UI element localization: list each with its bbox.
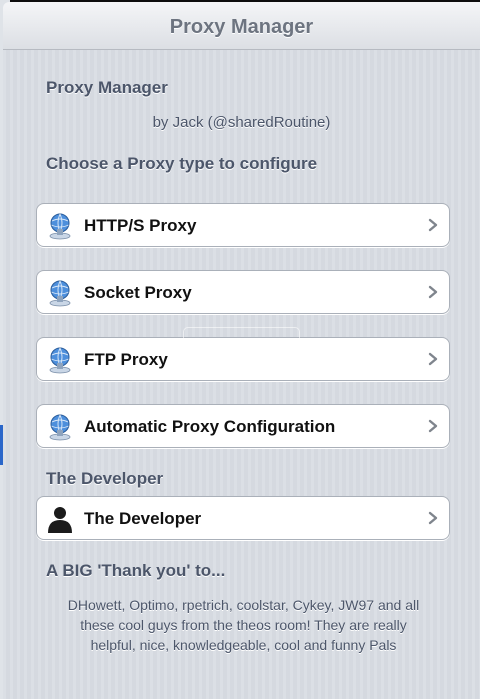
navigation-bar: Proxy Manager <box>3 2 480 50</box>
person-silhouette-icon <box>48 507 72 533</box>
about-header: Proxy Manager <box>46 78 168 97</box>
automatic-proxy-cell[interactable]: Automatic Proxy Configuration <box>36 404 450 448</box>
automatic-proxy-label: Automatic Proxy Configuration <box>84 417 336 436</box>
network-globe-icon <box>49 280 71 307</box>
watermark: Cydia.vn <box>183 327 300 373</box>
developer-cell[interactable]: The Developer <box>36 496 450 540</box>
socket-proxy-label: Socket Proxy <box>84 283 192 302</box>
chevron-right-icon <box>428 352 438 366</box>
proxy-section-header: Choose a Proxy type to configure <box>46 154 318 173</box>
nav-title: Proxy Manager <box>169 16 314 38</box>
network-globe-icon <box>49 347 71 374</box>
chevron-right-icon <box>428 218 438 232</box>
chevron-right-icon <box>428 285 438 299</box>
developer-section-header: The Developer <box>46 469 164 488</box>
chevron-right-icon <box>428 419 438 433</box>
ftp-proxy-label: FTP Proxy <box>84 350 168 369</box>
http-proxy-label: HTTP/S Proxy <box>84 216 197 235</box>
thanks-section-header: A BIG 'Thank you' to... <box>46 561 226 580</box>
developer-label: The Developer <box>84 509 202 528</box>
socket-proxy-cell[interactable]: Socket Proxy <box>36 270 450 314</box>
http-proxy-cell[interactable]: HTTP/S Proxy <box>36 203 450 247</box>
author-byline: by Jack (@sharedRoutine) <box>152 114 331 131</box>
chevron-right-icon <box>428 511 438 525</box>
network-globe-icon <box>49 414 71 441</box>
thanks-text: DHowett, Optimo, rpetrich, coolstar, Cyk… <box>67 597 420 653</box>
network-globe-icon <box>49 213 71 240</box>
settings-panel: Proxy Manager Proxy Manager by Jack (@sh… <box>3 2 480 699</box>
